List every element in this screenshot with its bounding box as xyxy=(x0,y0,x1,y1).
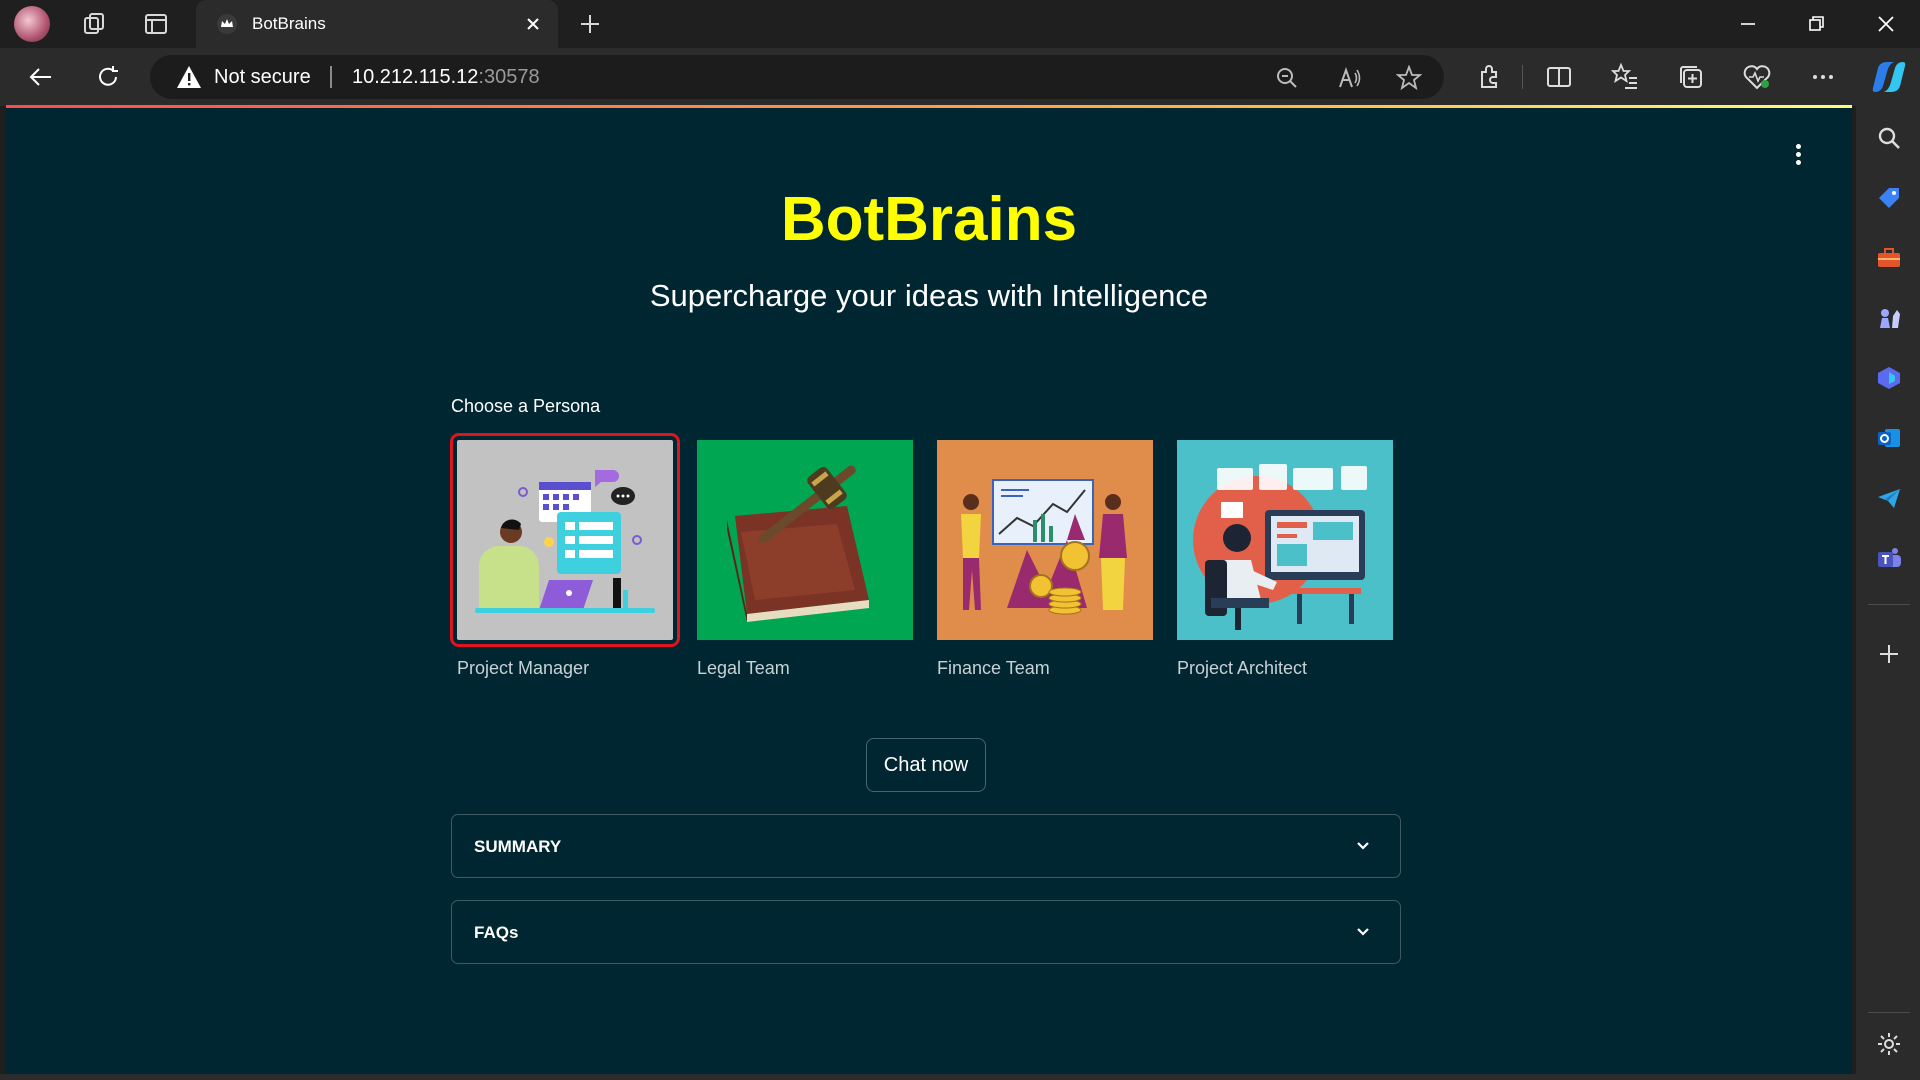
faqs-expander[interactable]: FAQs xyxy=(451,900,1401,964)
vertical-tabs-icon[interactable] xyxy=(142,10,170,38)
crown-favicon-icon xyxy=(217,14,237,34)
zoom-out-icon[interactable] xyxy=(1274,65,1300,91)
send-telegram-icon[interactable] xyxy=(1875,484,1903,512)
close-tab-icon[interactable] xyxy=(522,13,544,35)
copilot-icon[interactable] xyxy=(1870,58,1908,96)
extensions-icon[interactable] xyxy=(1474,62,1504,92)
new-tab-icon[interactable] xyxy=(576,10,604,38)
split-screen-icon[interactable] xyxy=(1544,62,1574,92)
sidebar-divider xyxy=(1868,604,1910,605)
security-status[interactable]: Not secure xyxy=(214,66,311,89)
window-bottom-edge xyxy=(0,1074,1856,1080)
summary-expander[interactable]: SUMMARY xyxy=(451,814,1401,878)
address-bar[interactable]: Not secure 10.212.115.12:30578 xyxy=(150,55,1444,99)
toolbar-divider xyxy=(1522,65,1523,89)
shopping-tag-icon[interactable] xyxy=(1875,184,1903,212)
project-manager-image[interactable] xyxy=(450,433,680,647)
close-window-icon[interactable] xyxy=(1872,10,1900,38)
favorites-list-icon[interactable] xyxy=(1610,62,1640,92)
teams-icon[interactable] xyxy=(1875,544,1903,572)
browser-title-bar: BotBrains xyxy=(0,0,1920,48)
favorite-star-icon[interactable] xyxy=(1396,65,1422,91)
minimize-icon[interactable] xyxy=(1734,10,1762,38)
chat-now-button[interactable]: Chat now xyxy=(866,738,986,792)
refresh-icon[interactable] xyxy=(93,62,123,92)
workspaces-icon[interactable] xyxy=(80,10,108,38)
read-aloud-icon[interactable] xyxy=(1336,65,1362,91)
tools-toolbox-icon[interactable] xyxy=(1875,244,1903,272)
browser-essentials-icon[interactable] xyxy=(1742,62,1772,92)
back-arrow-icon[interactable] xyxy=(26,62,56,92)
project-architect-image[interactable] xyxy=(1177,440,1393,640)
chevron-down-icon[interactable] xyxy=(1354,837,1372,855)
chevron-down-icon[interactable] xyxy=(1354,923,1372,941)
persona-label-finance-team: Finance Team xyxy=(937,658,1050,678)
collections-icon[interactable] xyxy=(1676,62,1706,92)
app-title: BotBrains xyxy=(780,185,1078,254)
profile-avatar[interactable] xyxy=(14,6,50,42)
url-port: :30578 xyxy=(478,66,540,88)
legal-team-image[interactable] xyxy=(697,440,913,640)
persona-label-legal-team: Legal Team xyxy=(697,658,790,678)
edge-sidebar xyxy=(1856,48,1920,1080)
tab-botbrains[interactable]: BotBrains xyxy=(196,0,558,48)
browser-toolbar: Not secure 10.212.115.12:30578 xyxy=(0,48,1920,106)
add-icon[interactable] xyxy=(1875,640,1903,668)
persona-label-project-manager: Project Manager xyxy=(457,658,590,678)
summary-expander-label: SUMMARY xyxy=(474,837,562,856)
persona-label: Choose a Persona xyxy=(451,396,601,416)
gear-icon[interactable] xyxy=(1875,1030,1903,1058)
persona-label-project-architect: Project Architect xyxy=(1177,658,1308,678)
search-icon[interactable] xyxy=(1875,124,1903,152)
outlook-icon[interactable] xyxy=(1875,424,1903,452)
games-chess-icon[interactable] xyxy=(1875,304,1903,332)
url-text[interactable]: 10.212.115.12:30578 xyxy=(352,66,540,89)
warning-icon[interactable] xyxy=(176,65,202,89)
app-page: BotBrains Supercharge your ideas with In… xyxy=(6,108,1852,1074)
finance-team-image[interactable] xyxy=(937,440,1153,640)
microsoft-365-icon[interactable] xyxy=(1875,364,1903,392)
tab-title: BotBrains xyxy=(252,14,326,33)
app-subtitle: Supercharge your ideas with Intelligence xyxy=(649,278,1209,313)
address-divider xyxy=(330,66,332,88)
sidebar-divider xyxy=(1868,1012,1910,1013)
faqs-expander-label: FAQs xyxy=(474,923,519,942)
url-host: 10.212.115.12 xyxy=(352,66,479,88)
main-menu-icon[interactable] xyxy=(1794,144,1802,168)
more-options-icon[interactable] xyxy=(1808,62,1838,92)
restore-icon[interactable] xyxy=(1802,10,1830,38)
